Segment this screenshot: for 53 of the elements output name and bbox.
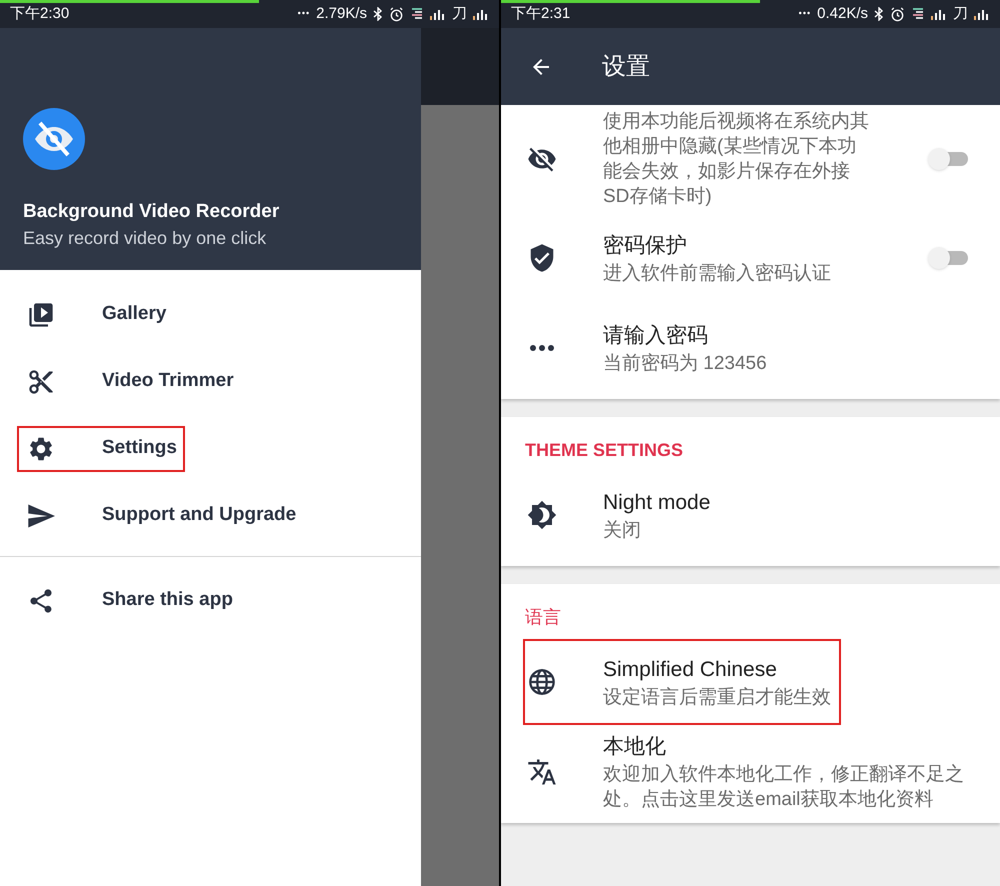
item-title: Simplified Chinese [603,656,778,682]
section-header: THEME SETTINGS [524,439,684,462]
signal-icon [931,8,947,20]
status-time: 下午2:31 [511,4,570,24]
item-title: 密码保护 [603,232,688,258]
signal-icon [473,8,489,20]
brightness-icon [527,499,557,531]
bluetooth-icon [373,7,383,21]
data-lines-icon [410,8,424,20]
carrier-label: 刀 [452,4,467,24]
send-icon [27,502,55,530]
item-description: 进入软件前需输入密码认证 [603,262,832,286]
scissors-icon [27,368,55,396]
alarm-icon [890,6,905,22]
preference-row[interactable]: Night mode 关闭 [523,472,978,558]
network-speed: 2.79K/s [316,4,367,24]
preference-row[interactable]: 请输入密码 当前密码为 123456 [523,305,978,391]
video-library-icon [27,300,55,328]
preference-row[interactable]: 本地化 欢迎加入软件本地化工作，修正翻译不足之处。点击这里发送email获取本地化资料 [523,729,978,815]
preference-row[interactable]: Simplified Chinese 设定语言后需重启才能生效 [523,639,841,725]
item-description: 设定语言后需重启才能生效 [603,686,832,710]
preference-row[interactable]: 使用本功能后视频将在系统内其他相册中隐藏(某些情况下本功能会失效，如影片保存在外接SD存储卡时) [523,107,978,211]
item-description: 欢迎加入软件本地化工作，修正翻译不足之处。点击这里发送email获取本地化资料 [603,763,965,812]
notification-dots: ••• [298,7,310,20]
item-description: 使用本功能后视频将在系统内其他相册中隐藏(某些情况下本功能会失效，如影片保存在外接SD存储卡时) [603,110,870,209]
menu-item[interactable]: Settings [17,426,185,472]
screen-title: 设置 [602,52,650,82]
item-title: 本地化 [603,734,667,760]
more-icon [529,344,555,352]
app-subtitle: Easy record video by one click [23,227,268,250]
signal-icon [430,8,446,20]
bluetooth-icon [874,7,884,21]
carrier-label: 刀 [953,4,968,24]
app-logo-icon [23,108,85,170]
item-title: 请输入密码 [603,322,709,348]
menu-item[interactable]: Gallery [17,292,174,338]
preference-row[interactable]: 密码保护 进入软件前需输入密码认证 [523,215,978,301]
item-description: 关闭 [603,518,642,542]
section-header: 语言 [524,606,562,629]
item-description: 当前密码为 123456 [603,352,768,376]
globe-icon [528,668,556,696]
app-title: Background Video Recorder [23,200,280,224]
item-title: Night mode [603,490,712,516]
alarm-icon [389,6,404,22]
signal-icon [974,8,990,20]
menu-item[interactable]: Support and Upgrade [17,492,304,538]
data-lines-icon [911,8,925,20]
status-time: 下午2:30 [10,4,70,24]
translate-icon [527,757,557,787]
menu-item[interactable]: Share this app [17,578,241,624]
notification-dots: ••• [798,7,812,20]
menu-item[interactable]: Video Trimmer [17,358,242,404]
network-speed: 0.42K/s [817,4,868,24]
